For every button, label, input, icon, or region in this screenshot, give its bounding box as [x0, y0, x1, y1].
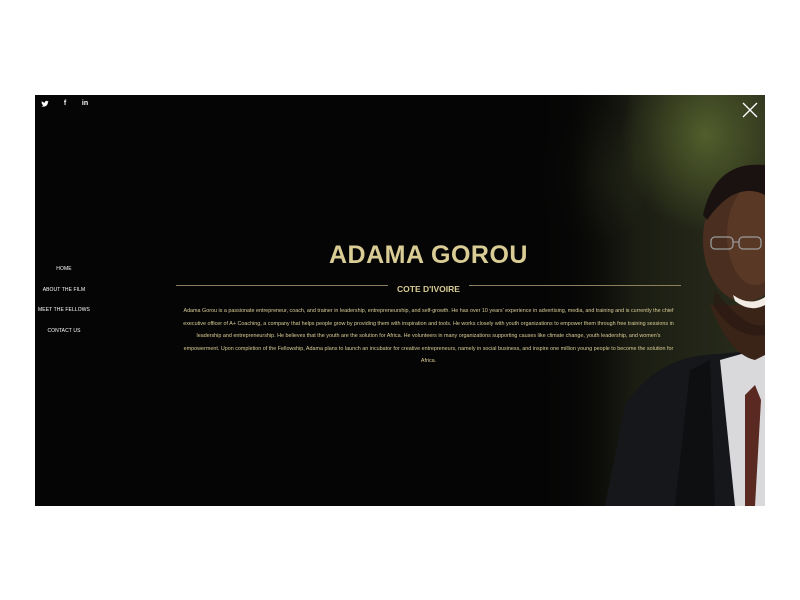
- divider-left: [176, 285, 388, 286]
- fellow-bio: Adama Gorou is a passionate entrepreneur…: [183, 308, 674, 364]
- fellow-country: COTE D'IVOIRE: [397, 284, 460, 294]
- linkedin-icon[interactable]: in: [81, 100, 89, 111]
- nav-item-about-the-film[interactable]: ABOUT THE FILM: [35, 286, 93, 307]
- facebook-icon[interactable]: f: [61, 100, 69, 111]
- twitter-icon[interactable]: [41, 100, 49, 111]
- modal-frame: f in HOME ABOUT THE FILM MEET THE FELLOW…: [35, 95, 765, 506]
- close-icon[interactable]: [742, 102, 758, 118]
- nav-item-home[interactable]: HOME: [35, 265, 93, 286]
- fellow-name: ADAMA GOROU: [328, 241, 528, 269]
- side-nav: HOME ABOUT THE FILM MEET THE FELLOWS CON…: [35, 265, 93, 347]
- social-links: f in: [41, 100, 89, 111]
- divider-right: [469, 285, 681, 286]
- nav-item-meet-the-fellows[interactable]: MEET THE FELLOWS: [35, 306, 93, 327]
- fellow-profile: ADAMA GOROU COTE D'IVOIRE Adama Gorou is…: [176, 240, 681, 373]
- nav-item-contact-us[interactable]: CONTACT US: [35, 327, 93, 348]
- country-row: COTE D'IVOIRE: [176, 279, 681, 294]
